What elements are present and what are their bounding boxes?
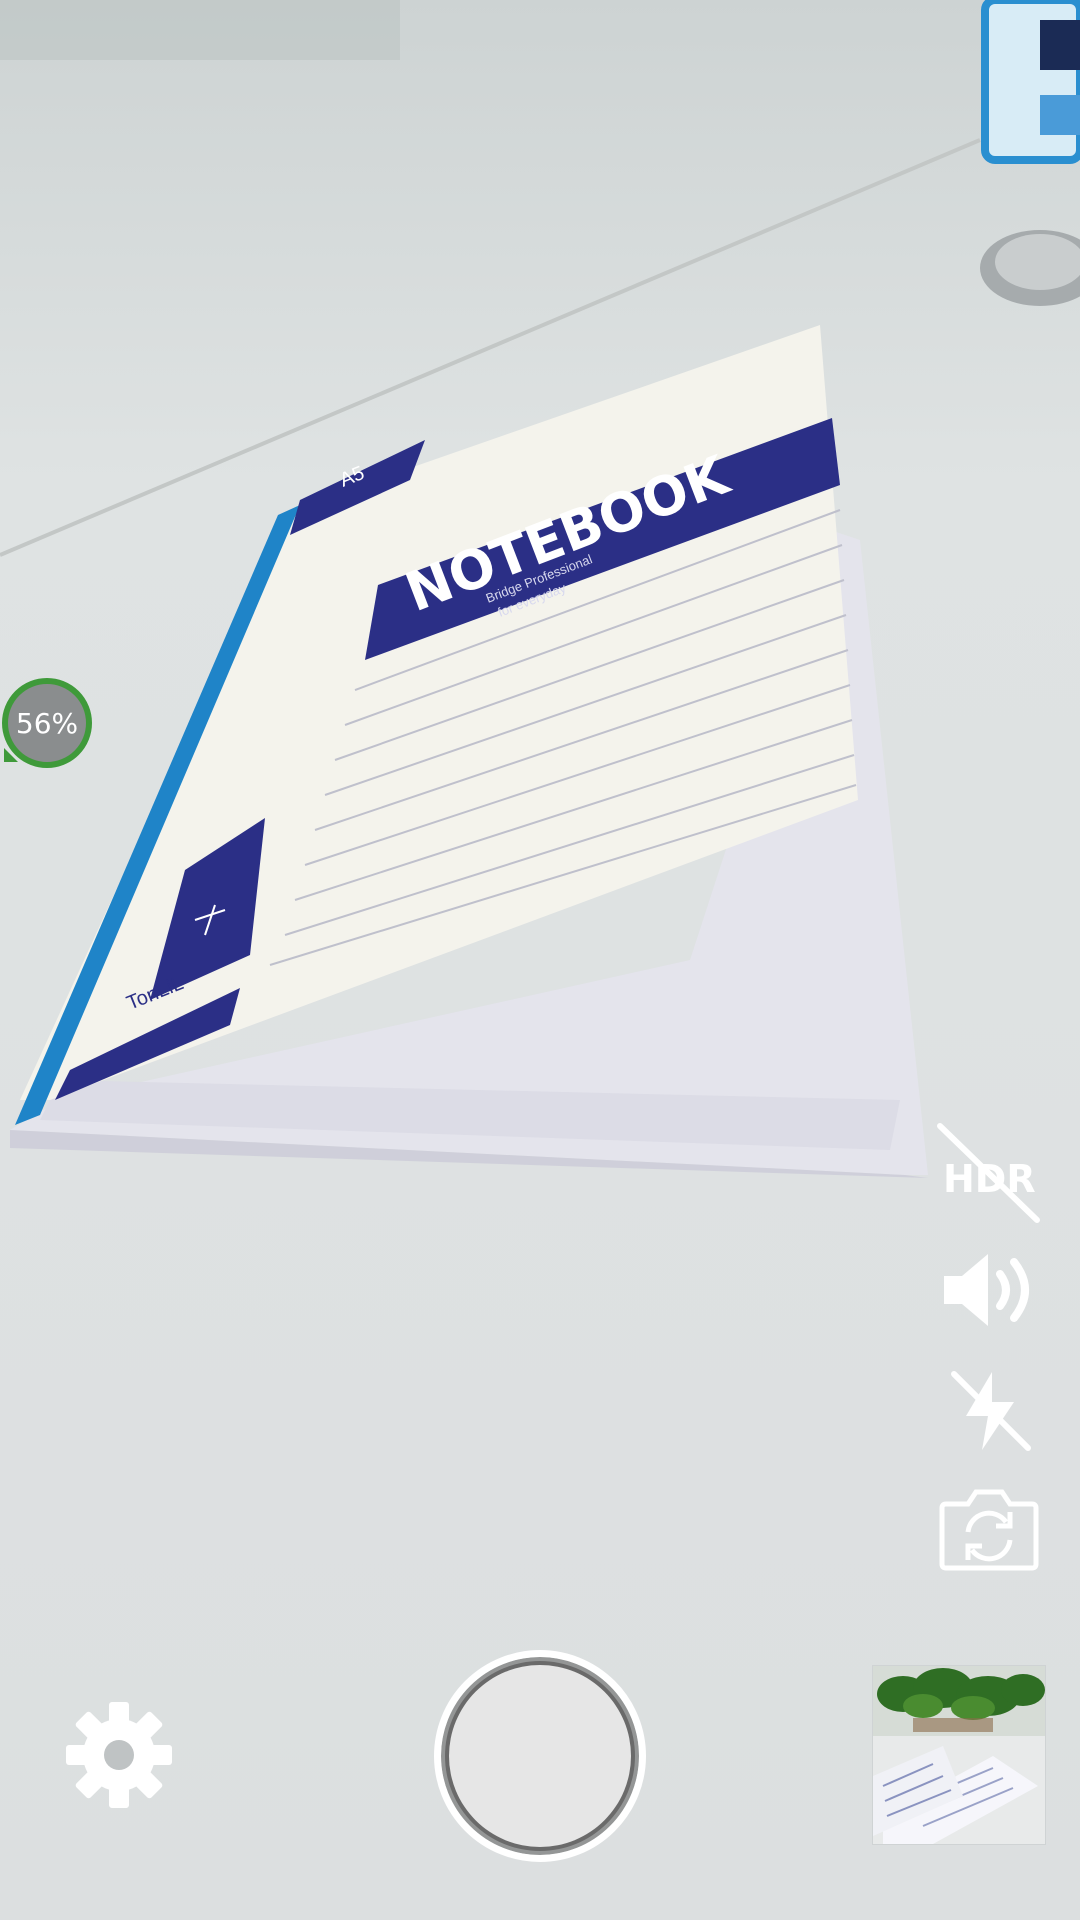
thumbnail-image	[873, 1666, 1045, 1844]
gear-icon	[66, 1702, 172, 1808]
flash-toggle-button[interactable]	[948, 1368, 1034, 1454]
flash-off-icon	[951, 1371, 1031, 1451]
sound-toggle-button[interactable]	[940, 1250, 1040, 1330]
volume-icon	[944, 1254, 1029, 1326]
zoom-level-text: 56%	[15, 706, 79, 740]
hdr-off-icon: HDR	[937, 1123, 1040, 1223]
background-object	[0, 0, 400, 60]
camera-viewfinder[interactable]: A5 NOTEBOOK Bridge Professional for ever…	[0, 0, 1080, 1920]
shutter-button[interactable]	[434, 1650, 646, 1862]
switch-camera-button[interactable]	[938, 1484, 1040, 1574]
background-screen-content	[1040, 20, 1080, 70]
settings-button[interactable]	[64, 1700, 174, 1810]
viewfinder-scene: A5 NOTEBOOK Bridge Professional for ever…	[0, 0, 1080, 1920]
gallery-thumbnail[interactable]	[872, 1665, 1046, 1845]
hdr-label: HDR	[943, 1157, 1036, 1201]
badge-tail	[4, 748, 18, 762]
background-screen-content	[1040, 95, 1080, 135]
camera-switch-icon	[939, 1489, 1039, 1571]
hdr-toggle-button[interactable]: HDR	[935, 1120, 1045, 1230]
shutter-inner	[449, 1665, 631, 1847]
